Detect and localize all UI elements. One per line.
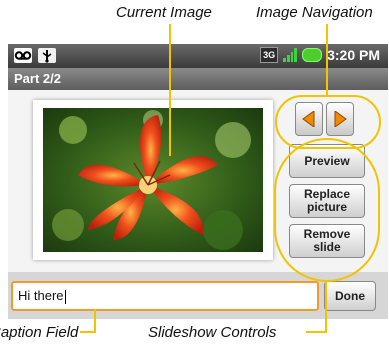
callout-current-image: Current Image bbox=[116, 4, 212, 21]
leader-line-current-image bbox=[169, 24, 171, 156]
current-image[interactable] bbox=[33, 100, 273, 260]
callout-caption-field: Caption Field bbox=[0, 324, 79, 341]
leader-line-image-navigation bbox=[326, 24, 328, 96]
slideshow-controls-highlight bbox=[274, 138, 380, 282]
status-bar: 3G 3:20 PM bbox=[8, 44, 388, 68]
caption-text: Hi there bbox=[18, 288, 64, 303]
usb-icon bbox=[38, 48, 56, 63]
text-cursor bbox=[64, 289, 66, 304]
lily-photo bbox=[43, 108, 263, 252]
status-time: 3:20 PM bbox=[327, 47, 380, 63]
caption-field[interactable]: Hi there bbox=[11, 281, 319, 311]
leader-line-slideshow-controls bbox=[325, 281, 327, 333]
leader-line-caption-field-h bbox=[80, 331, 96, 333]
voicemail-icon bbox=[14, 48, 32, 63]
battery-icon bbox=[302, 48, 323, 62]
leader-line-caption-field bbox=[94, 309, 96, 332]
signal-icon bbox=[283, 48, 298, 62]
3g-icon: 3G bbox=[260, 47, 279, 63]
callout-image-navigation: Image Navigation bbox=[256, 4, 373, 21]
done-button[interactable]: Done bbox=[324, 281, 376, 311]
page-title: Part 2/2 bbox=[8, 68, 388, 90]
callout-slideshow-controls: Slideshow Controls bbox=[148, 324, 277, 341]
leader-line-slideshow-controls-h bbox=[306, 331, 327, 333]
